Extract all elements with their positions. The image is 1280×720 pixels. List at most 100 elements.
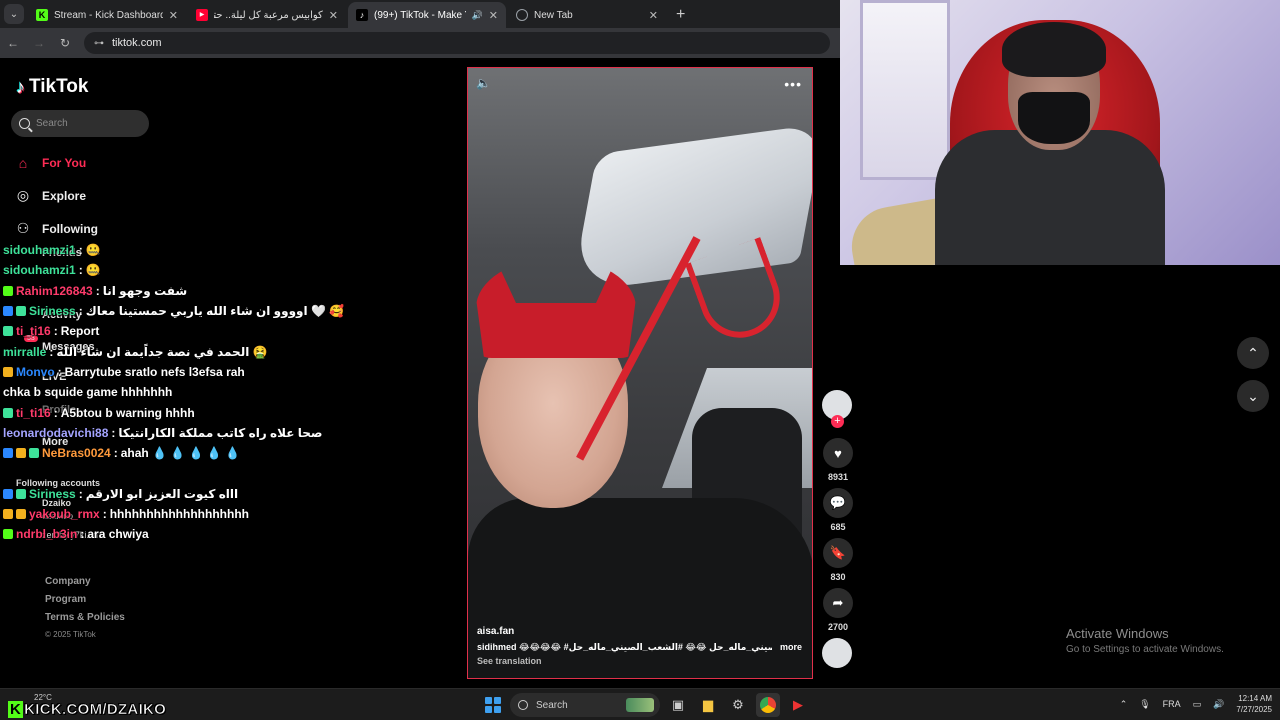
clock[interactable]: 12:14 AM 7/27/2025 <box>1236 693 1272 715</box>
chrome-icon[interactable] <box>756 693 780 717</box>
close-icon[interactable]: ✕ <box>169 9 178 22</box>
feed-navigation: ⌃ ⌄ <box>1237 337 1269 423</box>
tab-kick-dashboard[interactable]: K Stream - Kick Dashboard ✕ <box>28 2 186 28</box>
sidebar-item-for-you[interactable]: ⌂ For You <box>14 146 98 179</box>
new-tab-button[interactable]: + <box>668 6 693 28</box>
chat-separator: : <box>78 243 83 258</box>
tab-youtube[interactable]: ▶ كوابيس مرعبة كل ليلة.. حتى اكتشف ✕ <box>188 2 346 28</box>
chat-badge-icon <box>3 407 13 418</box>
sidebar-item-label: Explore <box>42 188 87 203</box>
chat-username[interactable]: Siriness <box>29 487 76 501</box>
chat-message: Siriness: اااه كيوت العزيز ابو الارقم <box>3 484 403 504</box>
chat-username[interactable]: ti_ti16 <box>16 406 51 420</box>
bookmark-icon[interactable]: 🔖 <box>823 538 853 568</box>
network-icon[interactable]: ▭ <box>1193 699 1202 710</box>
chat-separator: : <box>57 364 62 379</box>
chat-username[interactable]: Monvo <box>16 365 55 379</box>
like-count: 8931 <box>827 472 849 482</box>
chat-username[interactable]: sidouhamzi1 <box>3 263 76 277</box>
chat-text: الحمد في نصة جداًيمة ان شاء الله 🤮 <box>56 344 268 359</box>
tiktok-icon: ♪ <box>356 9 368 21</box>
share-count: 2700 <box>827 622 849 632</box>
chat-text: 🤐 <box>85 263 101 278</box>
speaker-icon[interactable]: 🔊 <box>472 10 483 21</box>
chat-message: Siriness: اوووو ان شاء الله ياربي حمستينا… <box>3 301 403 321</box>
clock-time: 12:14 AM <box>1238 694 1272 703</box>
site-info-icon[interactable]: ⊶ <box>94 38 104 49</box>
heart-icon[interactable]: ♥ <box>823 438 853 468</box>
microphone-icon[interactable]: 🎙 <box>1139 699 1150 710</box>
comment-icon[interactable]: 💬 <box>823 488 853 518</box>
kick-icon: K <box>36 9 48 21</box>
chat-badge-icon <box>16 306 26 317</box>
taskbar-search-label: Search <box>536 699 568 711</box>
chat-username[interactable]: NeBras0024 <box>42 446 111 460</box>
chat-username[interactable]: sidouhamzi1 <box>3 243 76 257</box>
tab-tiktok[interactable]: ♪ (99+) TikTok - Make Your Day 🔊 ✕ <box>348 2 506 28</box>
chat-badge-icon <box>3 529 13 540</box>
file-explorer-icon[interactable]: ▆ <box>696 693 720 717</box>
media-player-icon[interactable]: ▶ <box>786 693 810 717</box>
video-author[interactable]: aisa.fan <box>477 626 802 637</box>
chat-text: hhhhhhhhhhhhhhhhhhh <box>109 507 249 521</box>
more-options-icon[interactable]: ••• <box>784 76 802 92</box>
chat-text: chka b squide game hhhhhhh <box>3 385 173 400</box>
chat-username[interactable]: Rahim126843 <box>16 284 93 298</box>
chevron-up-icon[interactable]: ⌃ <box>1237 337 1269 369</box>
tab-new-tab[interactable]: New Tab ✕ <box>508 2 666 28</box>
comment-count: 685 <box>830 522 846 532</box>
reload-icon[interactable]: ↻ <box>58 36 72 50</box>
chat-username[interactable]: mirralle <box>3 345 46 359</box>
chat-text: Barrytube sratlo nefs l3efsa rah <box>64 364 245 379</box>
search-icon <box>518 700 528 710</box>
taskbar-search[interactable]: Search <box>510 693 660 717</box>
creator-avatar[interactable] <box>822 390 852 428</box>
tiktok-logo[interactable]: ♪ TikTok <box>16 76 88 98</box>
search-icon <box>19 118 30 129</box>
close-icon[interactable]: ✕ <box>489 9 498 22</box>
volume-icon[interactable]: 🔊 <box>1213 699 1224 710</box>
webcam-window <box>860 0 950 180</box>
toolbar: ← → ↻ ⊶ tiktok.com <box>0 28 840 58</box>
chat-username[interactable]: ndrbl_b3in <box>16 527 77 541</box>
save-count: 830 <box>830 572 846 582</box>
language-indicator[interactable]: FRA <box>1163 699 1181 709</box>
weather-widget[interactable]: 22°C <box>34 693 52 702</box>
footer-link-program[interactable]: Program <box>45 594 125 612</box>
more-link[interactable]: more <box>780 642 802 653</box>
chat-username[interactable]: yakoub_rmx <box>29 507 100 521</box>
settings-icon[interactable]: ⚙ <box>726 693 750 717</box>
forward-icon[interactable]: → <box>32 36 46 50</box>
chevron-down-icon[interactable]: ⌄ <box>1237 380 1269 412</box>
chat-username[interactable]: leonardodavichi88 <box>3 426 108 440</box>
chat-badge-icon <box>29 448 39 459</box>
footer-link-terms[interactable]: Terms & Policies <box>45 612 125 630</box>
taskbar: K KICK.COM/DZAIKO 22°C Search ▣ ▆ ⚙ ▶ ⌃ … <box>0 688 1280 720</box>
chat-text: ara chwiya <box>87 527 149 542</box>
search-input[interactable]: Search <box>11 110 149 137</box>
see-translation-link[interactable]: See translation <box>477 656 802 666</box>
close-icon[interactable]: ✕ <box>649 9 658 22</box>
footer-link-company[interactable]: Company <box>45 576 125 594</box>
task-view-icon[interactable]: ▣ <box>666 693 690 717</box>
webcam-streamer-hair <box>1002 22 1106 77</box>
sound-avatar[interactable] <box>822 638 852 668</box>
share-icon[interactable]: ➦ <box>823 588 853 618</box>
volume-icon[interactable]: 🔈 <box>476 76 491 92</box>
chat-badge-icon <box>3 306 13 317</box>
activate-subtitle: Go to Settings to activate Windows. <box>1066 644 1224 655</box>
back-icon[interactable]: ← <box>6 36 20 50</box>
chat-username[interactable]: ti_ti16 <box>16 324 51 338</box>
compass-icon: ◎ <box>16 187 30 203</box>
chevron-up-icon[interactable]: ⌃ <box>1120 699 1128 710</box>
chat-badge-icon <box>3 326 13 337</box>
sidebar-item-explore[interactable]: ◎ Explore <box>14 179 98 212</box>
windows-start-icon[interactable] <box>482 694 504 716</box>
chat-separator: : <box>102 507 107 521</box>
video-player[interactable]: 🔈 ••• aisa.fan sidihmed 😂😂😂😂 #الشعب_الصي… <box>467 67 813 679</box>
address-bar[interactable]: ⊶ tiktok.com <box>84 32 830 54</box>
chat-username[interactable]: Siriness <box>29 304 76 318</box>
close-icon[interactable]: ✕ <box>329 9 338 22</box>
webcam-overlay <box>840 0 1280 265</box>
tab-search-button[interactable]: ⌄ <box>4 4 24 24</box>
